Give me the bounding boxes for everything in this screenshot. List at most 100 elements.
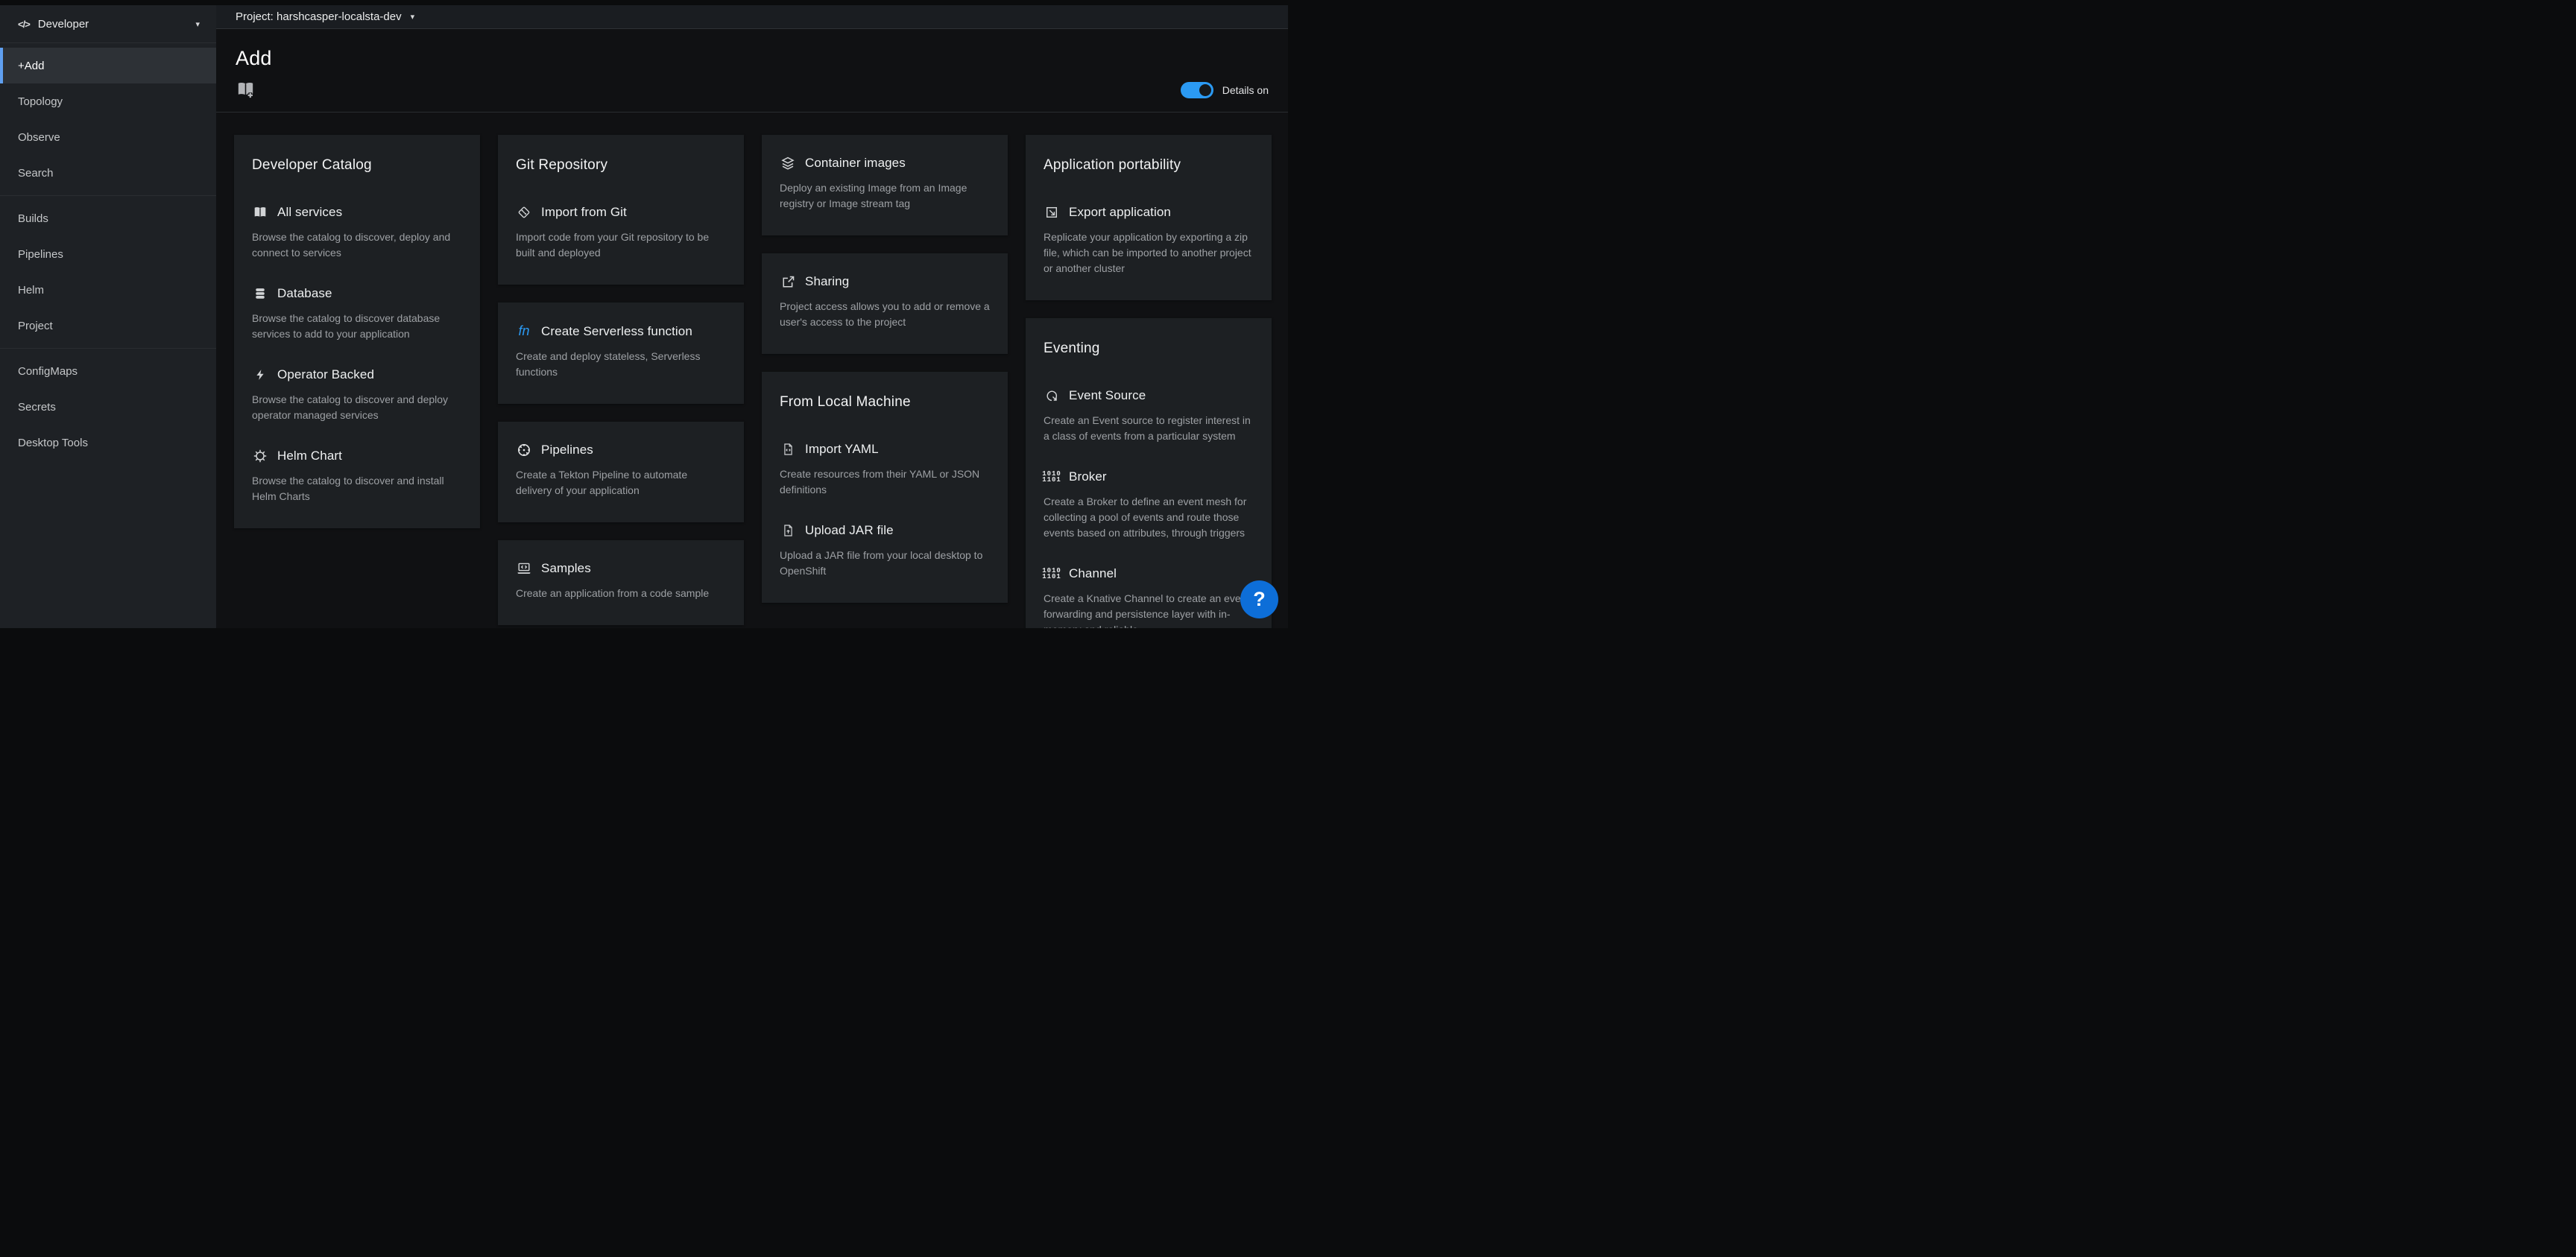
item-upload-jar-file: Upload JAR file Upload a JAR file from y… [780,523,990,579]
card-samples: Samples Create an application from a cod… [498,540,744,625]
upload-jar-file-link[interactable]: Upload JAR file [780,523,990,538]
card-title: Application portability [1044,157,1254,174]
pipelines-link[interactable]: Pipelines [516,443,726,457]
card-git-repository: Git Repository [498,135,744,285]
page-title: Add [236,47,1269,70]
developer-code-icon: </> [18,19,30,30]
bolt-icon [252,367,268,382]
sidebar-item-search[interactable]: Search [0,155,216,191]
window-top-strip [0,0,1288,5]
channel-link[interactable]: 10101101 Channel [1044,566,1254,581]
openshift-developer-console: </> Developer ▾ +Add Topology Observe Se… [0,0,1288,628]
item-channel: 10101101 Channel Create a Knative Channe… [1044,566,1254,628]
item-database: Database Browse the catalog to discover … [252,286,462,342]
sidebar-item-configmaps[interactable]: ConfigMaps [0,353,216,389]
sidebar-item-secrets[interactable]: Secrets [0,389,216,425]
item-event-source: Event Source Create an Event source to r… [1044,388,1254,444]
export-icon [1044,206,1060,219]
card-application-portability: Application portability [1026,135,1272,300]
item-pipelines: Pipelines Create a Tekton Pipeline to au… [516,443,726,498]
samples-link[interactable]: Samples [516,561,726,576]
share-icon [780,275,796,289]
all-services-link[interactable]: All services [252,205,462,220]
catalog-book-plus-icon [236,80,256,100]
card-sharing: Sharing Project access allows you to add… [762,253,1008,354]
export-application-link[interactable]: Export application [1044,205,1254,220]
add-page: Add Details on [216,29,1288,628]
git-icon [516,206,532,219]
item-samples: Samples Create an application from a cod… [516,561,726,601]
database-link[interactable]: Database [252,286,462,301]
item-import-from-git: Import from Git Import code from your Gi… [516,205,726,261]
help-button[interactable]: ? [1240,580,1278,618]
card-container-images: Container images Deploy an existing Imag… [762,135,1008,235]
operator-backed-link[interactable]: Operator Backed [252,367,462,382]
item-all-services: All services Browse the catalog to disco… [252,205,462,261]
perspective-switcher[interactable]: </> Developer ▾ [0,0,216,43]
layers-icon [780,156,796,171]
item-sharing: Sharing Project access allows you to add… [780,274,990,330]
item-helm-chart: Helm Chart Browse the catalog to discove… [252,449,462,504]
import-yaml-link[interactable]: Import YAML [780,442,990,457]
card-serverless-function: fn Create Serverless function Create and… [498,303,744,404]
project-selector[interactable]: Project: harshcasper-localsta-dev ▾ [236,10,414,23]
book-icon [252,205,268,220]
sidebar-item-observe[interactable]: Observe [0,119,216,155]
sidebar-item-add[interactable]: +Add [0,48,216,83]
add-cards-grid: Developer Catalog All services [216,113,1288,628]
page-header: Add Details on [216,29,1288,113]
cards-column-2: Git Repository [498,135,744,625]
card-title: From Local Machine [780,394,990,411]
item-import-yaml: Import YAML Create resources from their … [780,442,990,498]
card-from-local-machine: From Local Machine Im [762,372,1008,603]
channel-binary-icon: 10101101 [1044,568,1060,580]
question-mark-icon: ? [1253,588,1266,611]
card-eventing: Eventing Event Source [1026,318,1272,628]
toggle-knob [1199,84,1211,96]
helm-icon [252,449,268,463]
project-selector-label: Project: harshcasper-localsta-dev [236,10,402,23]
serverless-fn-icon: fn [516,323,532,339]
event-source-link[interactable]: Event Source [1044,388,1254,403]
create-serverless-function-link[interactable]: fn Create Serverless function [516,323,726,339]
sidebar-item-desktop-tools[interactable]: Desktop Tools [0,425,216,460]
database-icon [252,286,268,301]
item-container-images: Container images Deploy an existing Imag… [780,156,990,212]
cards-column-4: Application portability [1026,135,1272,628]
sidebar-item-project[interactable]: Project [0,308,216,343]
file-upload-icon [780,523,796,538]
card-developer-catalog: Developer Catalog All services [234,135,480,528]
tekton-pipelines-icon [516,443,532,457]
details-toggle-switch[interactable] [1181,82,1213,98]
helm-chart-link[interactable]: Helm Chart [252,449,462,463]
item-broker: 10101101 Broker Create a Broker to defin… [1044,469,1254,541]
nav-section-main: +Add Topology Observe Search [0,43,216,195]
card-title: Developer Catalog [252,157,462,174]
container-images-link[interactable]: Container images [780,156,990,171]
import-from-git-link[interactable]: Import from Git [516,205,726,220]
sharing-link[interactable]: Sharing [780,274,990,289]
sidebar-item-helm[interactable]: Helm [0,272,216,308]
cards-column-3: Container images Deploy an existing Imag… [762,135,1008,603]
sidebar-item-builds[interactable]: Builds [0,200,216,236]
card-pipelines: Pipelines Create a Tekton Pipeline to au… [498,422,744,522]
broker-link[interactable]: 10101101 Broker [1044,469,1254,484]
sidebar-item-pipelines[interactable]: Pipelines [0,236,216,272]
event-source-icon [1044,389,1060,403]
sidebar-item-topology[interactable]: Topology [0,83,216,119]
sidebar: </> Developer ▾ +Add Topology Observe Se… [0,0,216,628]
item-create-serverless-function: fn Create Serverless function Create and… [516,323,726,380]
sidebar-nav: +Add Topology Observe Search Builds Pipe… [0,43,216,465]
item-operator-backed: Operator Backed Browse the catalog to di… [252,367,462,423]
card-title: Eventing [1044,341,1254,357]
nav-section-config: ConfigMaps Secrets Desktop Tools [0,348,216,465]
card-title: Git Repository [516,157,726,174]
cards-column-1: Developer Catalog All services [234,135,480,528]
file-code-icon [780,442,796,457]
nav-section-resources: Builds Pipelines Helm Project [0,195,216,348]
perspective-label: Developer [38,18,89,31]
chevron-down-icon: ▾ [411,12,415,22]
main-area: Project: harshcasper-localsta-dev ▾ Add [216,0,1288,628]
item-export-application: Export application Replicate your applic… [1044,205,1254,276]
chevron-down-icon: ▾ [195,19,200,29]
